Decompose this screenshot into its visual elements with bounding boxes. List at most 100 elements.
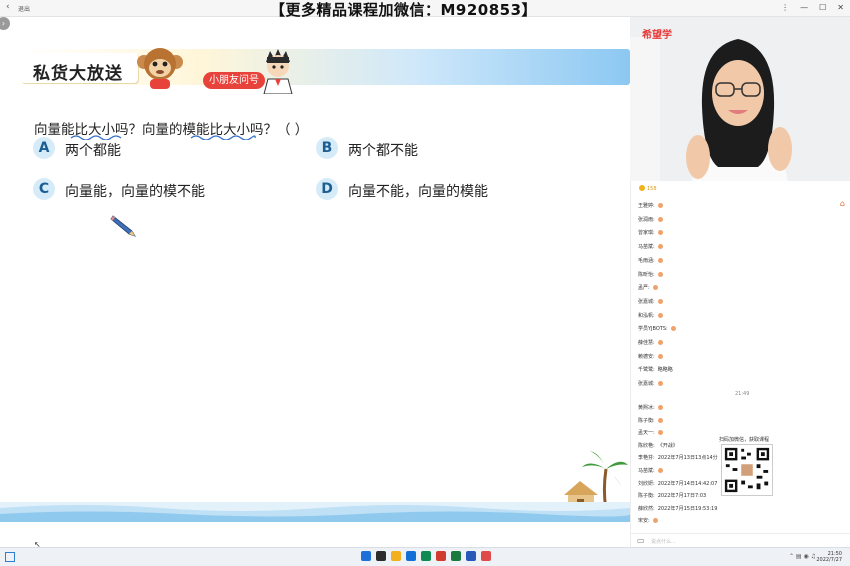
taskbar-app-icon[interactable] — [376, 551, 386, 561]
chat-sender: 薛佳慧: — [638, 340, 655, 346]
taskbar-app-icon[interactable] — [391, 551, 401, 561]
taskbar-app-icon[interactable] — [361, 551, 371, 561]
emoji-icon — [652, 518, 658, 524]
chat-sender: 孟天一: — [638, 430, 655, 437]
emoji-icon — [657, 298, 663, 304]
minimize-icon[interactable]: — — [800, 3, 808, 12]
system-tray-icons[interactable]: ⌃ ▤ ◉ ♫ — [789, 553, 816, 560]
platform-logo: 希望学 — [642, 30, 672, 41]
chat-sender: 孟严: — [638, 285, 650, 292]
chat-sender: 张嘉城: — [638, 381, 655, 388]
taskbar-window-icon[interactable] — [5, 552, 15, 562]
screen: ‹ 退出 【更多精品课程加微信：M920853】 ⋮ — ☐ ✕ › 私货大放送… — [0, 0, 850, 566]
option-c-badge[interactable]: C — [33, 178, 55, 200]
kids-question-badge: 小朋友问号 — [203, 72, 265, 89]
chat-time-separator: 21:49 — [735, 391, 750, 397]
option-c-text[interactable]: 向量能，向量的模不能 — [65, 181, 205, 201]
option-d-badge[interactable]: D — [316, 178, 338, 200]
chat-sender: 刘欣妍: — [638, 480, 655, 487]
chat-sender: 张润雨: — [638, 216, 655, 223]
chat-text: 略略略 — [657, 367, 673, 374]
bottom-wave-decoration — [0, 502, 630, 522]
chat-sender: 薛欣然: — [638, 505, 655, 512]
chevron-right-icon[interactable]: › — [0, 17, 10, 30]
taskbar-app-icon[interactable] — [406, 551, 416, 561]
online-count: 158 — [639, 185, 657, 192]
chat-message: 黄熙冰: — [638, 405, 663, 411]
close-icon[interactable]: ✕ — [837, 3, 844, 12]
chat-sender: 和泓帆: — [638, 312, 655, 319]
chat-panel: 158 ⌂ 王雅婷: 张润雨: 曾家琪: 马苗斌: 毛雨涵: 陈昕怡: 孟严: 张嘉城: 和泓帆… — [630, 181, 850, 547]
taskbar-app-icon[interactable] — [421, 551, 431, 561]
slide-canvas: › 私货大放送 小朋友问号 向量能比大小吗？向量的模能比大小吗？（ ） A 两个… — [0, 17, 630, 547]
chat-input[interactable]: 说点什么... — [651, 538, 676, 545]
banner-title: 私货大放送 — [33, 64, 123, 84]
emoji-icon — [657, 340, 663, 345]
chat-input-bar: ▭ 说点什么... — [631, 533, 850, 547]
chat-message: 陈子衡: 2022年7月17日7:03 — [638, 493, 706, 499]
qr-code-icon — [721, 444, 773, 496]
exit-label[interactable]: 退出 — [18, 4, 30, 13]
chat-message: 陈欣艳: 《开战》 — [638, 443, 678, 449]
clock[interactable]: 21:50 2022/7/27 — [816, 551, 842, 563]
chat-message: 曾家琪: — [638, 230, 663, 236]
chat-message: 毛雨涵: — [638, 257, 663, 264]
more-icon[interactable]: ⋮ — [781, 3, 789, 12]
emoji-icon — [657, 230, 663, 236]
chat-sender: 张嘉城: — [638, 298, 655, 305]
chat-text: 《开战》 — [657, 442, 678, 449]
emoji-icon — [657, 216, 663, 222]
boy-character-icon — [263, 49, 293, 94]
pencil-pointer-icon — [110, 215, 136, 237]
chat-bubble-icon[interactable]: ▭ — [637, 536, 645, 545]
option-b-text[interactable]: 两个都不能 — [348, 140, 418, 160]
emoji-icon — [670, 326, 676, 332]
taskbar-app-icon[interactable] — [436, 551, 446, 561]
emoji-icon — [652, 285, 658, 291]
chat-text: 2022年7月13日13点14分 — [657, 455, 718, 462]
chat-message: 刘欣妍: 2022年7月14日14:42:07 — [638, 481, 717, 487]
chat-message: 张润雨: — [638, 216, 663, 223]
chat-sender: 陈昕怡: — [638, 271, 655, 278]
emoji-icon — [657, 312, 663, 318]
chat-sender: 王雅婷: — [638, 203, 655, 209]
option-a-badge[interactable]: A — [33, 137, 55, 159]
taskbar: ⌃ ▤ ◉ ♫ 21:50 2022/7/27 — [0, 547, 850, 566]
chat-sender: 陈子衡: — [638, 417, 655, 424]
back-arrow-icon[interactable]: ‹ — [6, 2, 10, 12]
chat-sender: 毛雨涵: — [638, 257, 655, 264]
chat-message: 和泓帆: — [638, 312, 663, 319]
chat-message: 薛欣然: 2022年7月15日19:53:19 — [638, 506, 717, 512]
home-icon[interactable]: ⌂ — [840, 199, 845, 208]
maximize-icon[interactable]: ☐ — [819, 3, 826, 12]
taskbar-app-icon[interactable] — [481, 551, 491, 561]
chat-message: 王雅婷: — [638, 203, 663, 209]
chat-message: 陈子衡: — [638, 417, 663, 424]
emoji-icon — [657, 353, 663, 359]
chat-sender: 陈欣艳: — [638, 442, 655, 449]
chat-sender: 学员YJBOTS: — [638, 326, 668, 333]
chat-message: 赖德安: — [638, 353, 663, 360]
taskbar-app-icon[interactable] — [451, 551, 461, 561]
title-bar: ‹ 退出 【更多精品课程加微信：M920853】 ⋮ — ☐ ✕ — [0, 0, 850, 19]
emoji-icon — [657, 430, 663, 436]
chat-message: 薛佳慧: — [638, 340, 663, 346]
chat-sender: 宋安: — [638, 518, 650, 525]
taskbar-app-icon[interactable] — [466, 551, 476, 561]
underline-wave-2 — [190, 135, 256, 140]
emoji-icon — [657, 203, 663, 208]
mouse-cursor-icon: ↖ — [34, 540, 41, 549]
emoji-icon — [657, 417, 663, 423]
qr-caption: 扫码加微信，获取课程 — [719, 437, 770, 443]
option-d-text[interactable]: 向量不能，向量的模能 — [348, 181, 488, 201]
teacher-figure — [630, 17, 850, 181]
chat-message: 张嘉城: — [638, 381, 663, 387]
option-a-text[interactable]: 两个都能 — [65, 140, 121, 160]
chat-message: 千鹭鹭: 略略略 — [638, 367, 673, 373]
chat-message: 马苗斌: — [638, 468, 663, 474]
chat-message: 陈昕怡: — [638, 271, 663, 278]
window-controls: ⋮ — ☐ ✕ — [781, 3, 844, 12]
option-b-badge[interactable]: B — [316, 137, 338, 159]
monkey-mascot-icon — [137, 48, 183, 89]
chat-text: 2022年7月14日14:42:07 — [657, 480, 718, 487]
